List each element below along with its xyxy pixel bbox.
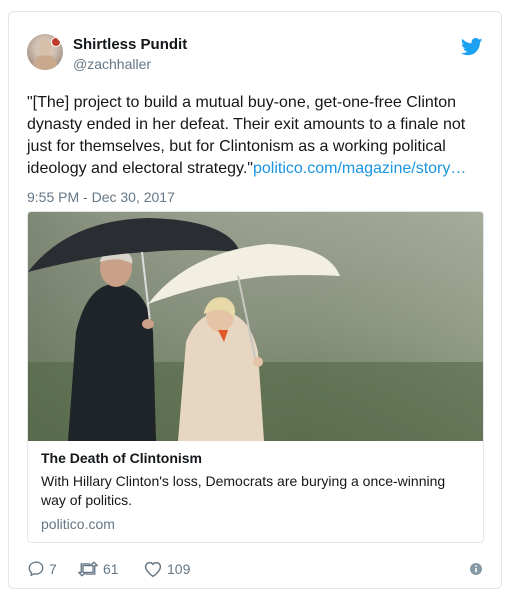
like-button[interactable]: 109: [143, 558, 190, 580]
avatar[interactable]: [27, 34, 63, 70]
link-card-title[interactable]: The Death of Clintonism: [41, 450, 470, 466]
info-icon[interactable]: [469, 562, 483, 576]
retweet-count: 61: [103, 561, 119, 577]
author-handle[interactable]: @zachhaller: [73, 56, 151, 72]
tweet-timestamp[interactable]: 9:55 PM - Dec 30, 2017: [27, 189, 175, 205]
heart-icon: [144, 561, 162, 578]
tweet-header: Shirtless Pundit @zachhaller: [27, 34, 483, 78]
tweet-actions: 7 61 109: [27, 558, 483, 582]
link-preview-card[interactable]: The Death of Clintonism With Hillary Cli…: [27, 211, 484, 543]
author-name[interactable]: Shirtless Pundit: [73, 36, 187, 53]
link-card-description: With Hillary Clinton's loss, Democrats a…: [41, 473, 446, 508]
reply-button[interactable]: 7: [27, 558, 57, 580]
article-image: [28, 212, 483, 441]
reply-count: 7: [49, 561, 57, 577]
like-count: 109: [167, 561, 191, 577]
link-card-body: The Death of Clintonism With Hillary Cli…: [41, 450, 470, 532]
retweet-icon: [78, 561, 98, 577]
reply-icon: [28, 561, 44, 577]
tweet-text: "[The] project to build a mutual buy-one…: [27, 92, 485, 180]
tweet-card: Shirtless Pundit @zachhaller "[The] proj…: [8, 11, 502, 589]
tweet-link[interactable]: politico.com/magazine/story…: [253, 160, 466, 177]
link-card-domain: politico.com: [41, 516, 115, 532]
twitter-bird-icon[interactable]: [461, 38, 483, 56]
retweet-button[interactable]: 61: [77, 558, 119, 580]
